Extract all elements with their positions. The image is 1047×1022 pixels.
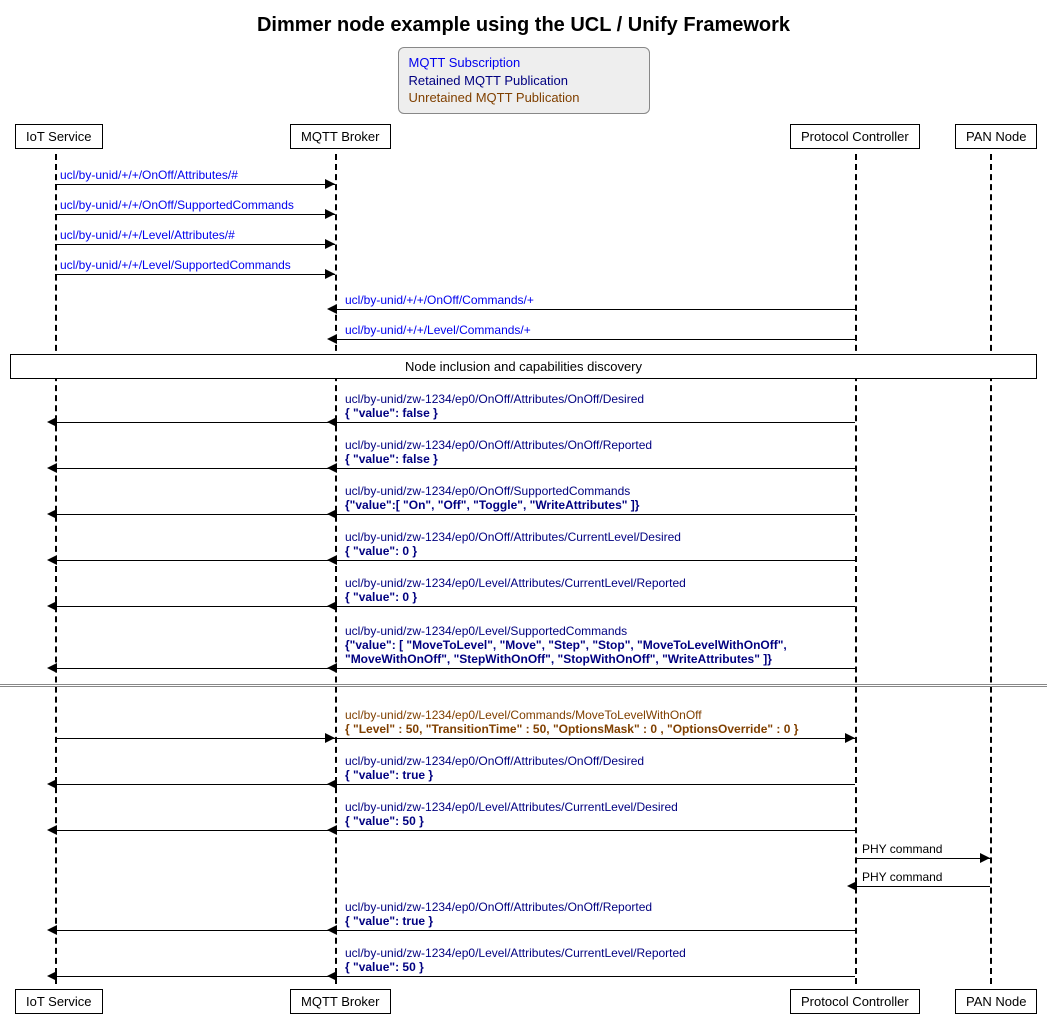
lifeline-broker	[335, 154, 337, 984]
label-ret-1b: { "value": false }	[345, 406, 438, 421]
label-ret-4b: { "value": 0 }	[345, 544, 417, 559]
label-ret-1a: ucl/by-unid/zw-1234/ep0/OnOff/Attributes…	[345, 392, 644, 407]
actor-iot-top: IoT Service	[15, 124, 103, 149]
label-ret-4a: ucl/by-unid/zw-1234/ep0/OnOff/Attributes…	[345, 530, 681, 545]
label-ret-8b: { "value": 50 }	[345, 814, 424, 829]
label-ret-2b: { "value": false }	[345, 452, 438, 467]
label-phy-1: PHY command	[862, 842, 942, 857]
label-sub-1: ucl/by-unid/+/+/OnOff/Attributes/#	[60, 168, 238, 183]
actor-pc-top: Protocol Controller	[790, 124, 920, 149]
actor-pan-top: PAN Node	[955, 124, 1037, 149]
label-ret-7a: ucl/by-unid/zw-1234/ep0/OnOff/Attributes…	[345, 754, 644, 769]
lifeline-pc	[855, 154, 857, 984]
legend-subscription: MQTT Subscription	[409, 54, 639, 72]
label-ret-3a: ucl/by-unid/zw-1234/ep0/OnOff/SupportedC…	[345, 484, 630, 499]
label-phy-2: PHY command	[862, 870, 942, 885]
label-ret-5a: ucl/by-unid/zw-1234/ep0/Level/Attributes…	[345, 576, 686, 591]
label-unret-1b: { "Level" : 50, "TransitionTime" : 50, "…	[345, 722, 798, 737]
label-ret-3b: {"value":[ "On", "Off", "Toggle", "Write…	[345, 498, 639, 513]
label-sub-4: ucl/by-unid/+/+/Level/SupportedCommands	[60, 258, 291, 273]
divider-node-inclusion: Node inclusion and capabilities discover…	[10, 354, 1037, 379]
actor-broker-top: MQTT Broker	[290, 124, 391, 149]
diagram-title: Dimmer node example using the UCL / Unif…	[0, 0, 1047, 47]
label-ret-6c: "MoveWithOnOff", "StepWithOnOff", "StopW…	[345, 652, 772, 667]
actor-iot-bottom: IoT Service	[15, 989, 103, 1014]
label-ret-10a: ucl/by-unid/zw-1234/ep0/Level/Attributes…	[345, 946, 686, 961]
label-ret-6a: ucl/by-unid/zw-1234/ep0/Level/SupportedC…	[345, 624, 627, 639]
lifeline-pan	[990, 154, 992, 984]
legend-box: MQTT Subscription Retained MQTT Publicat…	[398, 47, 650, 114]
label-ret-10b: { "value": 50 }	[345, 960, 424, 975]
label-sub-6: ucl/by-unid/+/+/Level/Commands/+	[345, 323, 531, 338]
actor-pan-bottom: PAN Node	[955, 989, 1037, 1014]
sequence-diagram: IoT Service MQTT Broker Protocol Control…	[0, 124, 1047, 1014]
section-divider	[0, 684, 1047, 687]
lifeline-iot	[55, 154, 57, 984]
legend-unretained: Unretained MQTT Publication	[409, 89, 639, 107]
legend-retained: Retained MQTT Publication	[409, 72, 639, 90]
label-ret-9a: ucl/by-unid/zw-1234/ep0/OnOff/Attributes…	[345, 900, 652, 915]
label-ret-5b: { "value": 0 }	[345, 590, 417, 605]
label-sub-3: ucl/by-unid/+/+/Level/Attributes/#	[60, 228, 235, 243]
label-ret-9b: { "value": true }	[345, 914, 433, 929]
label-ret-8a: ucl/by-unid/zw-1234/ep0/Level/Attributes…	[345, 800, 678, 815]
label-sub-5: ucl/by-unid/+/+/OnOff/Commands/+	[345, 293, 534, 308]
actor-pc-bottom: Protocol Controller	[790, 989, 920, 1014]
label-ret-6b: {"value": [ "MoveToLevel", "Move", "Step…	[345, 638, 787, 653]
actor-broker-bottom: MQTT Broker	[290, 989, 391, 1014]
label-ret-2a: ucl/by-unid/zw-1234/ep0/OnOff/Attributes…	[345, 438, 652, 453]
label-unret-1a: ucl/by-unid/zw-1234/ep0/Level/Commands/M…	[345, 708, 702, 723]
page: Dimmer node example using the UCL / Unif…	[0, 0, 1047, 1014]
label-ret-7b: { "value": true }	[345, 768, 433, 783]
label-sub-2: ucl/by-unid/+/+/OnOff/SupportedCommands	[60, 198, 294, 213]
